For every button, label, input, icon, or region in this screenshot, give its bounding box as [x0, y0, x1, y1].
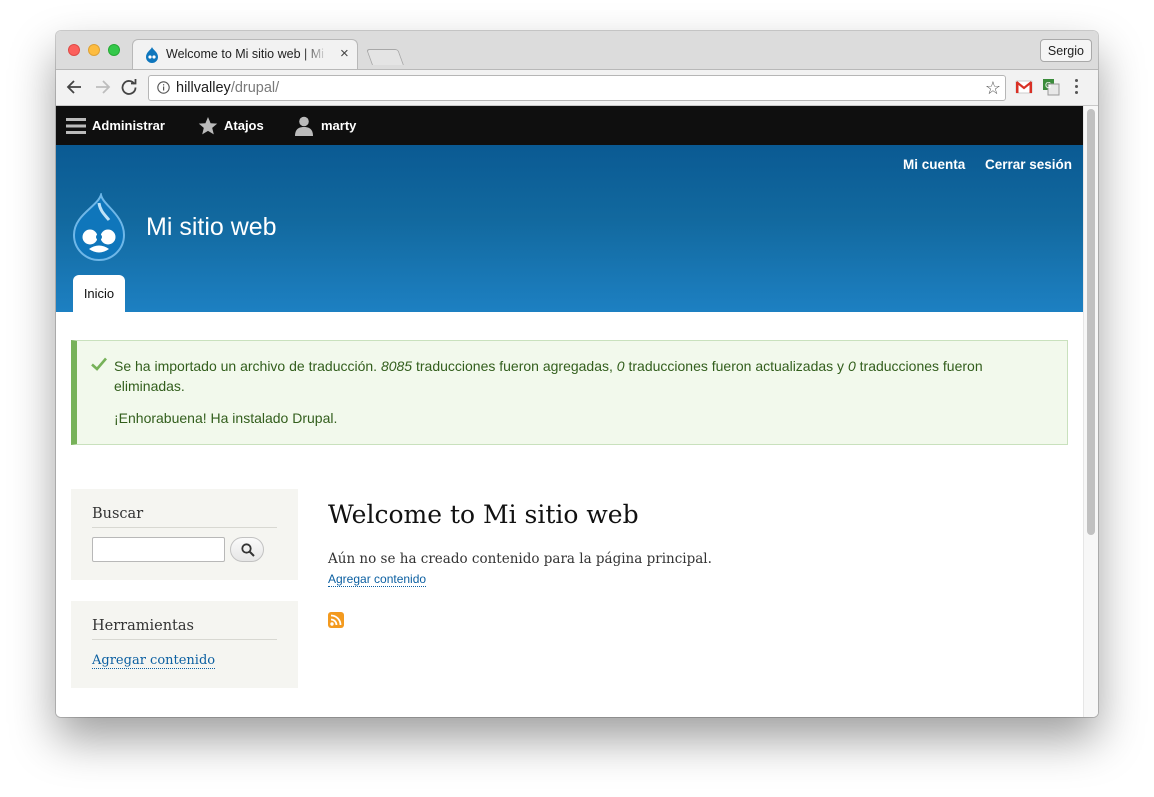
search-input[interactable] — [92, 537, 225, 562]
browser-toolbar: hillvalley/drupal/ ☆ G — [56, 69, 1098, 106]
scrollbar[interactable] — [1083, 106, 1098, 717]
tab-home[interactable]: Inicio — [73, 275, 125, 312]
minimize-window-button[interactable] — [88, 44, 100, 56]
page-viewport: Administrar Atajos marty Mi cuenta Cerra… — [56, 106, 1098, 717]
hamburger-icon — [66, 117, 86, 134]
admin-shortcuts-label: Atajos — [224, 118, 264, 133]
tab-title: Welcome to Mi sitio web | Mi sitio web — [166, 47, 326, 61]
browser-menu-icon[interactable] — [1075, 79, 1079, 95]
tab-strip: Welcome to Mi sitio web | Mi sitio web ×… — [56, 31, 1098, 69]
checkmark-icon — [91, 357, 107, 371]
add-content-link[interactable]: Agregar contenido — [328, 572, 427, 587]
admin-shortcuts-link[interactable]: Atajos — [198, 106, 264, 145]
tab-close-icon[interactable]: × — [340, 45, 349, 63]
site-header: Mi cuenta Cerrar sesión Mi sitio web Ini… — [56, 145, 1083, 312]
tools-block: Herramientas Agregar contenido — [71, 601, 298, 688]
admin-user-link[interactable]: marty — [293, 106, 356, 145]
search-block: Buscar — [71, 489, 298, 580]
logout-link[interactable]: Cerrar sesión — [985, 157, 1072, 172]
gmail-extension-icon[interactable] — [1015, 78, 1033, 96]
status-message: Se ha importado un archivo de traducción… — [71, 340, 1068, 445]
status-message-line1: Se ha importado un archivo de traducción… — [114, 358, 983, 394]
rss-feed-icon[interactable] — [328, 612, 344, 628]
browser-tab[interactable]: Welcome to Mi sitio web | Mi sitio web × — [132, 39, 358, 69]
admin-user-label: marty — [321, 118, 357, 133]
status-message-line2: ¡Enhorabuena! Ha instalado Drupal. — [114, 410, 338, 426]
status-message-text: Se ha importado un archivo de traducción… — [114, 356, 1014, 440]
site-name[interactable]: Mi sitio web — [146, 213, 277, 242]
search-button[interactable] — [230, 537, 264, 562]
tools-block-title: Herramientas — [92, 618, 194, 634]
tools-block-divider — [92, 639, 277, 640]
search-block-divider — [92, 527, 277, 528]
search-block-title: Buscar — [92, 506, 144, 522]
drupal-favicon-icon — [146, 47, 158, 63]
user-icon — [295, 116, 313, 136]
url-text: hillvalley/drupal/ — [176, 80, 280, 96]
back-icon[interactable] — [64, 76, 86, 98]
admin-toolbar: Administrar Atajos marty — [56, 106, 1083, 145]
bookmark-star-icon[interactable]: ☆ — [985, 77, 1001, 99]
search-icon — [241, 543, 255, 557]
svg-text:G: G — [1045, 81, 1051, 90]
admin-manage-label: Administrar — [92, 118, 165, 133]
forward-icon[interactable] — [91, 76, 113, 98]
reload-icon[interactable] — [118, 76, 140, 98]
scrollbar-thumb[interactable] — [1087, 109, 1095, 535]
tab-title-fade — [303, 44, 328, 66]
profile-button[interactable]: Sergio — [1039, 39, 1092, 62]
star-icon — [198, 116, 218, 134]
info-icon[interactable] — [157, 81, 170, 94]
tools-add-content-link[interactable]: Agregar contenido — [92, 653, 216, 669]
my-account-link[interactable]: Mi cuenta — [903, 157, 965, 172]
drupal-logo-icon[interactable] — [69, 193, 129, 261]
page-title: Welcome to Mi sitio web — [328, 500, 639, 529]
admin-manage-link[interactable]: Administrar — [66, 106, 165, 145]
address-bar[interactable]: hillvalley/drupal/ ☆ — [148, 75, 1006, 101]
close-window-button[interactable] — [68, 44, 80, 56]
new-tab-button[interactable] — [366, 49, 404, 65]
empty-front-page-text: Aún no se ha creado contenido para la pá… — [328, 551, 712, 567]
translate-extension-icon[interactable]: G — [1042, 78, 1060, 96]
browser-window: Welcome to Mi sitio web | Mi sitio web ×… — [56, 31, 1098, 717]
maximize-window-button[interactable] — [108, 44, 120, 56]
